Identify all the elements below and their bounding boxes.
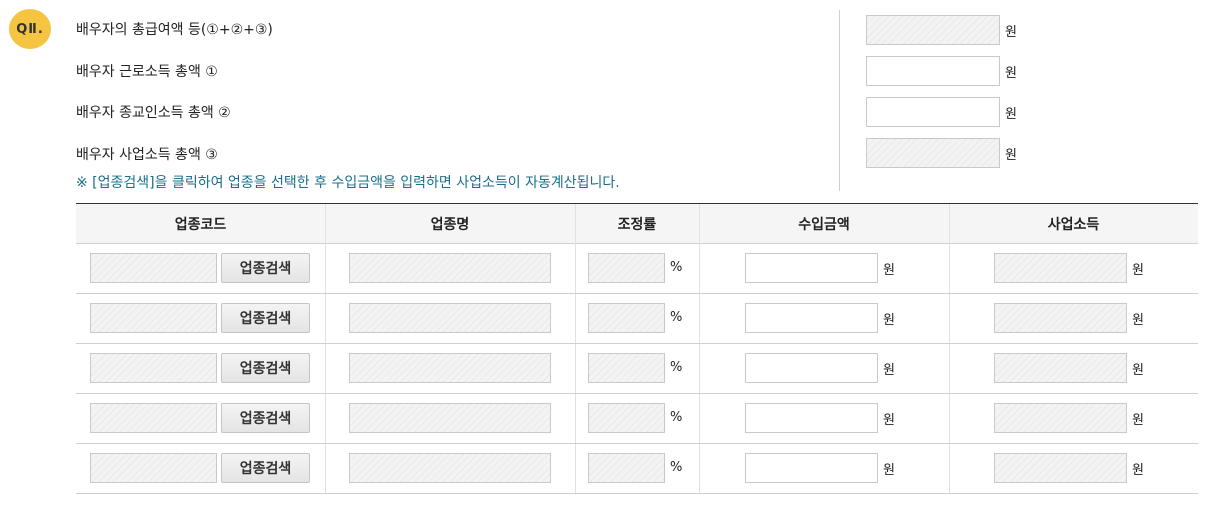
industry-name-field xyxy=(349,453,551,483)
industry-code-field xyxy=(90,453,217,483)
labor-income-unit: 원 xyxy=(1005,66,1017,81)
won-unit: 원 xyxy=(1132,263,1144,278)
total-income-field xyxy=(866,15,1000,45)
adjust-rate-field xyxy=(588,403,665,433)
header-rate: 조정률 xyxy=(575,204,699,244)
won-unit: 원 xyxy=(883,463,895,478)
industry-name-field xyxy=(349,353,551,383)
won-unit: 원 xyxy=(1132,363,1144,378)
business-income-result-field xyxy=(994,303,1127,333)
industry-name-field xyxy=(349,403,551,433)
percent-unit: % xyxy=(670,410,683,425)
note-mark: ※ xyxy=(76,175,88,191)
header-name: 업종명 xyxy=(325,204,575,244)
percent-unit: % xyxy=(670,260,683,275)
business-income-result-field xyxy=(994,403,1127,433)
percent-unit: % xyxy=(670,460,683,475)
labor-income-label: 배우자 근로소득 총액 ① xyxy=(76,64,218,80)
column-separator xyxy=(325,204,326,494)
won-unit: 원 xyxy=(1132,463,1144,478)
revenue-input[interactable] xyxy=(745,353,878,383)
business-income-result-field xyxy=(994,453,1127,483)
total-income-unit: 원 xyxy=(1005,25,1017,40)
revenue-input[interactable] xyxy=(745,253,878,283)
revenue-input[interactable] xyxy=(745,403,878,433)
business-income-result-field xyxy=(994,253,1127,283)
industry-name-field xyxy=(349,253,551,283)
industry-search-button[interactable]: 업종검색 xyxy=(221,253,310,283)
industry-code-field xyxy=(90,353,217,383)
header-code: 업종코드 xyxy=(76,204,325,244)
industry-search-button[interactable]: 업종검색 xyxy=(221,303,310,333)
table-bottom-border xyxy=(76,493,1198,494)
column-separator xyxy=(949,204,950,494)
business-income-unit: 원 xyxy=(1005,148,1017,163)
industry-search-button[interactable]: 업종검색 xyxy=(221,403,310,433)
percent-unit: % xyxy=(670,310,683,325)
business-income-field xyxy=(866,138,1000,168)
section-badge: QⅡ. xyxy=(9,9,51,49)
revenue-input[interactable] xyxy=(745,303,878,333)
row-divider xyxy=(76,343,1198,344)
adjust-rate-field xyxy=(588,303,665,333)
vertical-divider xyxy=(839,10,840,191)
won-unit: 원 xyxy=(883,313,895,328)
won-unit: 원 xyxy=(883,363,895,378)
adjust-rate-field xyxy=(588,253,665,283)
industry-code-field xyxy=(90,403,217,433)
row-divider xyxy=(76,393,1198,394)
column-separator xyxy=(575,204,576,494)
labor-income-input[interactable] xyxy=(866,56,1000,86)
religious-income-input[interactable] xyxy=(866,97,1000,127)
column-separator xyxy=(699,204,700,494)
industry-search-button[interactable]: 업종검색 xyxy=(221,453,310,483)
religious-income-unit: 원 xyxy=(1005,107,1017,122)
note-text: [업종검색]을 클릭하여 업종을 선택한 후 수입금액을 입력하면 사업소득이 … xyxy=(87,175,620,191)
won-unit: 원 xyxy=(883,263,895,278)
business-income-label: 배우자 사업소득 총액 ③ xyxy=(76,147,218,163)
religious-income-label: 배우자 종교인소득 총액 ② xyxy=(76,105,231,121)
industry-name-field xyxy=(349,303,551,333)
adjust-rate-field xyxy=(588,453,665,483)
industry-code-field xyxy=(90,253,217,283)
instruction-note: ※ [업종검색]을 클릭하여 업종을 선택한 후 수입금액을 입력하면 사업소득… xyxy=(76,172,620,192)
industry-search-button[interactable]: 업종검색 xyxy=(221,353,310,383)
adjust-rate-field xyxy=(588,353,665,383)
industry-code-field xyxy=(90,303,217,333)
revenue-input[interactable] xyxy=(745,453,878,483)
row-divider xyxy=(76,443,1198,444)
total-income-label: 배우자의 총급여액 등(①+②+③) xyxy=(76,22,273,38)
percent-unit: % xyxy=(670,360,683,375)
row-divider xyxy=(76,293,1198,294)
header-revenue: 수입금액 xyxy=(699,204,949,244)
won-unit: 원 xyxy=(1132,413,1144,428)
business-income-result-field xyxy=(994,353,1127,383)
won-unit: 원 xyxy=(883,413,895,428)
won-unit: 원 xyxy=(1132,313,1144,328)
header-business-income: 사업소득 xyxy=(949,204,1198,244)
